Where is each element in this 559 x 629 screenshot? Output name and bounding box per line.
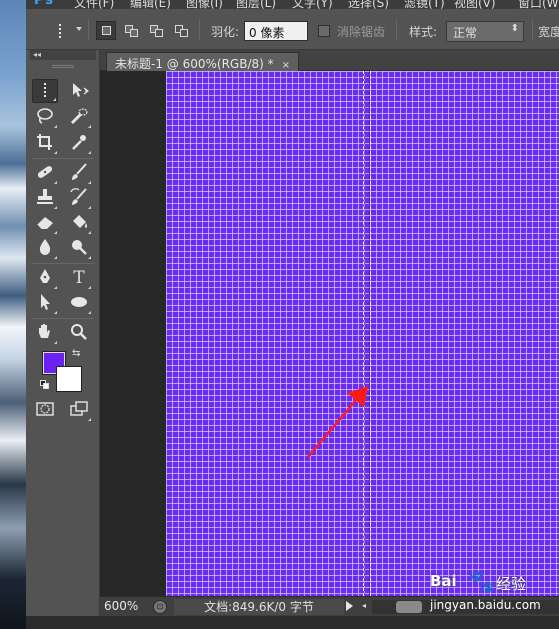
marquee-tool-icon[interactable] bbox=[32, 79, 58, 103]
divider bbox=[199, 19, 200, 41]
document-tab-bar: 未标题-1 @ 600%(RGB/8) * × bbox=[100, 50, 559, 71]
crop-tool-icon[interactable] bbox=[32, 131, 58, 155]
updown-arrows-icon: ⬍ bbox=[510, 23, 519, 34]
zoom-tool-icon[interactable] bbox=[66, 321, 92, 345]
brush-tool-icon[interactable] bbox=[66, 161, 92, 185]
quick-selection-tool-icon[interactable] bbox=[66, 105, 92, 129]
zoom-level[interactable]: 600% bbox=[104, 599, 148, 615]
divider bbox=[32, 318, 94, 319]
panel-grip[interactable] bbox=[52, 65, 74, 68]
blur-tool-icon[interactable] bbox=[32, 236, 58, 260]
path-selection-tool-icon[interactable] bbox=[32, 291, 58, 315]
subtract-from-selection-button[interactable] bbox=[146, 21, 166, 40]
screen-mode-icon[interactable] bbox=[66, 398, 92, 422]
divider bbox=[88, 19, 89, 41]
add-to-selection-button[interactable] bbox=[121, 21, 141, 40]
menu-layer[interactable]: 图层(L) bbox=[236, 0, 276, 9]
watermark-url: jingyan.baidu.com bbox=[430, 598, 541, 612]
selection-marching-ants bbox=[364, 71, 370, 596]
hand-tool-icon[interactable] bbox=[32, 321, 58, 345]
desktop-background bbox=[0, 0, 26, 629]
menu-image[interactable]: 图像(I) bbox=[186, 0, 223, 9]
tools-panel: ◂◂ T ⇆ bbox=[26, 50, 100, 616]
antialias-label: 消除锯齿 bbox=[337, 25, 386, 39]
paint-bucket-tool-icon[interactable] bbox=[66, 211, 92, 235]
status-settings-icon[interactable]: ⊡ bbox=[153, 600, 167, 614]
menu-window[interactable]: 窗口(W) bbox=[518, 0, 559, 9]
scrollbar-thumb[interactable] bbox=[396, 601, 422, 613]
options-bar: 羽化: 0 像素 消除锯齿 样式: 正常 ⬍ 宽度 bbox=[26, 9, 559, 50]
spot-healing-brush-icon[interactable] bbox=[32, 161, 58, 185]
close-icon[interactable]: × bbox=[282, 60, 290, 71]
antialias-checkbox[interactable] bbox=[318, 25, 330, 37]
type-tool-icon[interactable]: T bbox=[66, 266, 92, 290]
scroll-left-icon[interactable]: ◂ bbox=[362, 601, 366, 610]
quick-mask-icon[interactable] bbox=[32, 398, 58, 422]
paw-icon: 🐾 bbox=[468, 570, 496, 595]
divider bbox=[532, 19, 533, 41]
divider bbox=[32, 263, 94, 264]
width-label: 宽度 bbox=[538, 25, 559, 39]
status-menu-arrow-icon[interactable] bbox=[346, 601, 353, 611]
swap-colors-icon[interactable]: ⇆ bbox=[72, 348, 80, 359]
document-info: 文档:849.6K/0 字节 bbox=[174, 599, 344, 615]
app-logo: Ps bbox=[34, 0, 56, 8]
menu-filter[interactable]: 滤镜(T) bbox=[404, 0, 445, 9]
menu-file[interactable]: 文件(F) bbox=[74, 0, 114, 9]
lasso-tool-icon[interactable] bbox=[32, 105, 58, 129]
ellipse-tool-icon[interactable] bbox=[66, 291, 92, 315]
default-colors-icon[interactable] bbox=[40, 380, 50, 390]
feather-input[interactable]: 0 像素 bbox=[244, 21, 308, 41]
divider bbox=[32, 158, 94, 159]
background-color-swatch[interactable] bbox=[56, 366, 82, 392]
single-column-marquee-icon[interactable] bbox=[50, 21, 70, 41]
menu-view[interactable]: 视图(V) bbox=[454, 0, 496, 9]
feather-label: 羽化: bbox=[211, 25, 240, 39]
pen-tool-icon[interactable] bbox=[32, 266, 58, 290]
document-tab[interactable]: 未标题-1 @ 600%(RGB/8) * × bbox=[106, 52, 300, 71]
style-select[interactable]: 正常 ⬍ bbox=[446, 21, 524, 42]
style-label: 样式: bbox=[409, 25, 438, 39]
photoshop-window: Ps 文件(F) 编辑(E) 图像(I) 图层(L) 文字(Y) 选择(S) 滤… bbox=[0, 0, 559, 629]
dodge-tool-icon[interactable] bbox=[66, 236, 92, 260]
history-brush-tool-icon[interactable] bbox=[66, 186, 92, 210]
menu-type[interactable]: 文字(Y) bbox=[292, 0, 333, 9]
eraser-tool-icon[interactable] bbox=[32, 211, 58, 235]
new-selection-button[interactable] bbox=[96, 21, 116, 40]
watermark: Bai 🐾 经验 jingyan.baidu.com bbox=[430, 570, 556, 622]
menubar: Ps 文件(F) 编辑(E) 图像(I) 图层(L) 文字(Y) 选择(S) 滤… bbox=[26, 0, 559, 9]
document-tab-title: 未标题-1 @ 600%(RGB/8) * bbox=[115, 57, 274, 71]
menu-select[interactable]: 选择(S) bbox=[348, 0, 389, 9]
move-tool-icon[interactable] bbox=[66, 79, 92, 103]
style-select-value: 正常 bbox=[453, 26, 478, 40]
intersect-selection-button[interactable] bbox=[171, 21, 191, 40]
eyedropper-tool-icon[interactable] bbox=[66, 131, 92, 155]
divider bbox=[396, 19, 397, 41]
watermark-brand-a: Bai bbox=[430, 572, 457, 590]
collapse-panel-button[interactable]: ◂◂ bbox=[30, 50, 96, 60]
clone-stamp-tool-icon[interactable] bbox=[32, 186, 58, 210]
tool-preset-dropdown-icon[interactable] bbox=[76, 27, 82, 31]
watermark-brand-b: 经验 bbox=[496, 575, 527, 593]
menu-edit[interactable]: 编辑(E) bbox=[130, 0, 171, 9]
